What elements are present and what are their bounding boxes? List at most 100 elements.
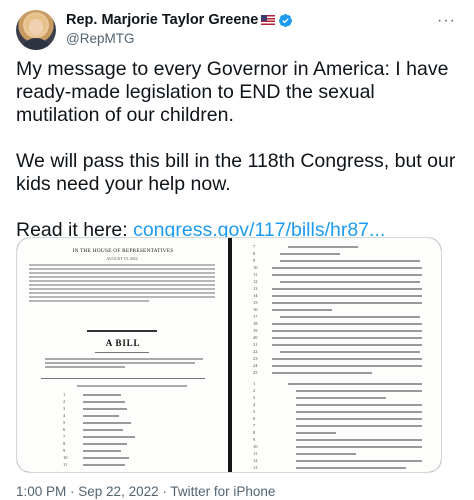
line-number: 22 bbox=[253, 349, 258, 354]
line-number: 13 bbox=[253, 286, 258, 291]
doc-text-line bbox=[29, 292, 215, 294]
tweet-footer: 1:00 PM · Sep 22, 2022 · Twitter for iPh… bbox=[16, 484, 275, 499]
doc-text-line bbox=[296, 418, 422, 420]
doc-text-line bbox=[83, 394, 121, 396]
doc-text-line bbox=[29, 264, 215, 266]
doc-text-line bbox=[296, 446, 422, 448]
line-number: 17 bbox=[253, 314, 258, 319]
doc-text-line bbox=[296, 397, 386, 399]
line-number: 24 bbox=[253, 363, 258, 368]
line-number: 10 bbox=[253, 265, 258, 270]
doc-text-line bbox=[45, 358, 203, 360]
line-number: 5 bbox=[253, 409, 256, 414]
line-number: 10 bbox=[253, 444, 258, 449]
doc-text-line bbox=[29, 296, 215, 298]
line-number: 9 bbox=[253, 258, 256, 263]
line-number: 7 bbox=[253, 244, 256, 249]
doc-text-line bbox=[272, 288, 422, 290]
doc-text-line bbox=[272, 358, 422, 360]
name-row: Rep. Marjorie Taylor Greene bbox=[66, 11, 293, 29]
doc-text-line bbox=[272, 267, 422, 269]
line-number: 23 bbox=[253, 356, 258, 361]
tweet-time[interactable]: 1:00 PM bbox=[16, 484, 66, 499]
doc-text-line bbox=[272, 330, 422, 332]
doc-text-line bbox=[29, 300, 149, 302]
doc-text-line bbox=[296, 404, 422, 406]
tweet-text: My message to every Governor in America:… bbox=[16, 58, 461, 242]
doc-text-line bbox=[288, 246, 358, 248]
doc-text-line bbox=[29, 272, 215, 274]
avatar[interactable] bbox=[16, 10, 56, 50]
doc-text-line bbox=[296, 411, 422, 413]
line-number: 10 bbox=[63, 455, 68, 460]
doc-text-line bbox=[280, 260, 420, 262]
doc-text-line bbox=[272, 344, 422, 346]
doc-text-line bbox=[296, 425, 422, 427]
line-number: 19 bbox=[253, 328, 258, 333]
line-number: 4 bbox=[253, 402, 256, 407]
more-options-icon[interactable]: ··· bbox=[437, 12, 456, 30]
line-number: 14 bbox=[253, 293, 258, 298]
line-number: 6 bbox=[253, 416, 256, 421]
doc-text-line bbox=[296, 453, 356, 455]
tweet-header: Rep. Marjorie Taylor Greene @RepMTG ··· bbox=[16, 10, 456, 50]
bill-page-left: IN THE HOUSE OF REPRESENTATIVES AUGUST 1… bbox=[17, 238, 228, 472]
doc-text-line bbox=[83, 450, 121, 452]
doc-text-line bbox=[288, 383, 422, 385]
doc-text-line bbox=[280, 281, 420, 283]
line-number: 12 bbox=[253, 279, 258, 284]
line-number: 20 bbox=[253, 335, 258, 340]
line-number: 5 bbox=[63, 420, 66, 425]
doc-text-line bbox=[83, 464, 125, 466]
display-name[interactable]: Rep. Marjorie Taylor Greene bbox=[66, 12, 258, 28]
doc-text-line bbox=[272, 274, 422, 276]
doc-text-line bbox=[296, 467, 406, 469]
doc-text-line bbox=[83, 422, 131, 424]
section-rule bbox=[41, 378, 205, 379]
line-number: 11 bbox=[253, 451, 258, 456]
doc-text-line bbox=[83, 443, 127, 445]
doc-text-line bbox=[83, 429, 123, 431]
tweet-source[interactable]: Twitter for iPhone bbox=[170, 484, 275, 499]
doc-text-line bbox=[29, 276, 215, 278]
doc-text-line bbox=[296, 460, 422, 462]
doc-text-line bbox=[29, 284, 215, 286]
line-number: 8 bbox=[253, 251, 256, 256]
line-number: 3 bbox=[63, 406, 66, 411]
tweet-card: Rep. Marjorie Taylor Greene @RepMTG ··· … bbox=[0, 0, 474, 500]
media-attachment[interactable]: IN THE HOUSE OF REPRESENTATIVES AUGUST 1… bbox=[16, 237, 442, 473]
title-rule-bottom bbox=[95, 352, 149, 353]
line-number: 7 bbox=[63, 434, 66, 439]
doc-text-line bbox=[83, 415, 119, 417]
doc-date: AUGUST 19, 2022 bbox=[106, 256, 138, 261]
tweet-date[interactable]: Sep 22, 2022 bbox=[78, 484, 158, 499]
line-number: 12 bbox=[253, 458, 258, 463]
line-number: 7 bbox=[253, 423, 256, 428]
footer-separator: · bbox=[158, 484, 171, 499]
line-number: 8 bbox=[63, 441, 66, 446]
doc-text-line bbox=[280, 253, 340, 255]
bill-page-right: 7 8 9 10 11 12 13 14 15 16 17 18 19 20 2… bbox=[232, 238, 441, 472]
doc-text-line bbox=[45, 362, 195, 364]
line-number: 2 bbox=[63, 399, 66, 404]
doc-text-line bbox=[83, 436, 135, 438]
doc-text-line bbox=[29, 268, 215, 270]
author-handle[interactable]: @RepMTG bbox=[66, 31, 293, 46]
doc-text-line bbox=[280, 316, 420, 318]
line-number: 3 bbox=[253, 395, 256, 400]
title-rule bbox=[87, 330, 157, 332]
doc-text-line bbox=[272, 295, 422, 297]
line-number: 25 bbox=[253, 370, 258, 375]
line-number: 13 bbox=[253, 465, 258, 470]
line-number: 9 bbox=[253, 437, 256, 442]
doc-text-line bbox=[83, 401, 125, 403]
line-number: 11 bbox=[253, 272, 258, 277]
verified-badge-icon bbox=[279, 13, 293, 27]
line-number: 11 bbox=[63, 462, 68, 467]
tweet-paragraph-2: We will pass this bill in the 118th Cong… bbox=[16, 150, 456, 195]
doc-text-line bbox=[272, 309, 332, 311]
doc-text-line bbox=[83, 457, 129, 459]
doc-text-line bbox=[77, 385, 187, 387]
line-number: 1 bbox=[253, 381, 256, 386]
doc-text-line bbox=[296, 390, 422, 392]
